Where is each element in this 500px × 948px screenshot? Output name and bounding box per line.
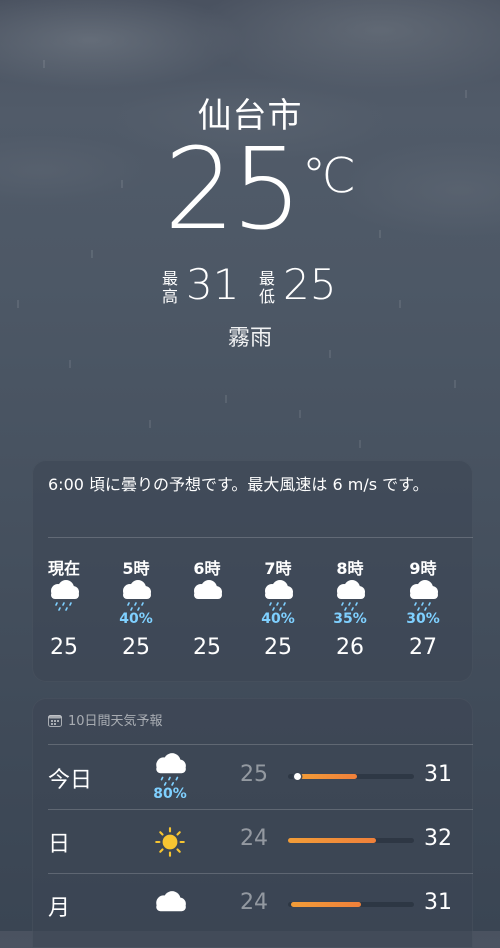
- rain-cloud-icon: [46, 577, 82, 611]
- hour-item: 8時 35% 26: [320, 555, 380, 665]
- hour-label: 6時: [193, 559, 221, 578]
- day-name: 月: [48, 896, 71, 921]
- day-name: 今日: [48, 768, 93, 793]
- temp-unit: ℃: [302, 148, 356, 204]
- hour-temp: 25: [50, 635, 78, 660]
- temp-range-bar: [288, 902, 414, 907]
- low-temp: 24: [240, 890, 268, 915]
- precip-chance: 35%: [333, 611, 367, 627]
- low-label: 最低: [258, 270, 276, 306]
- temp-range-fill: [290, 902, 362, 907]
- calendar-icon: [48, 714, 62, 731]
- low-temp: 25: [240, 762, 268, 787]
- hour-label: 5時: [122, 559, 150, 578]
- temp-range-fill: [288, 838, 377, 843]
- high-value: 31: [186, 260, 240, 309]
- hour-label: 8時: [336, 559, 364, 578]
- precip-chance: 40%: [119, 611, 153, 627]
- low-value: 25: [283, 260, 337, 309]
- day-row[interactable]: 月 24 31: [32, 874, 473, 938]
- divider: [48, 744, 473, 745]
- hour-temp: 25: [122, 635, 150, 660]
- high-label-text: 最高: [161, 269, 178, 306]
- hour-label: 7時: [264, 559, 292, 578]
- temp-range-fill: [298, 774, 358, 779]
- hour-item: 5時 40% 25: [106, 555, 166, 665]
- low-temp: 24: [240, 826, 268, 851]
- hour-label: 現在: [47, 559, 80, 578]
- ten-day-header-label: 10日間天気予報: [68, 714, 163, 729]
- high-low: 最高 31 最低 25: [0, 260, 500, 316]
- hourly-forecast-card[interactable]: 6:00 頃に曇りの予想です。最大風速は 6 m/s です。 現在 25 5時 40%…: [32, 460, 473, 682]
- rain-cloud-icon: [332, 577, 368, 611]
- hour-item: 7時 40% 25: [248, 555, 308, 665]
- cloud-icon: [189, 577, 225, 611]
- current-temperature: 25 ℃: [0, 134, 500, 255]
- precip-chance: 80%: [153, 786, 187, 802]
- hour-temp: 25: [264, 635, 292, 660]
- hour-label: 9時: [409, 559, 437, 578]
- cloud-icon: [150, 888, 190, 924]
- hour-item: 6時 25: [177, 555, 237, 665]
- temp-range-bar: [288, 838, 414, 843]
- high-temp: 32: [424, 826, 452, 851]
- sun-icon: [150, 824, 190, 860]
- current-temp-value: 25: [164, 125, 303, 255]
- day-row[interactable]: 日 24 32: [32, 810, 473, 874]
- rain-cloud-icon: [150, 750, 190, 786]
- temp-range-bar: [288, 773, 414, 780]
- rain-cloud-icon: [405, 577, 441, 611]
- low-label-text: 最低: [258, 269, 275, 306]
- hour-temp: 26: [336, 635, 364, 660]
- ten-day-forecast-card[interactable]: 10日間天気予報 今日 80% 25 31 日 24 32 月 24 31: [32, 698, 473, 948]
- day-row[interactable]: 今日 80% 25 31: [32, 746, 473, 810]
- hour-temp: 25: [193, 635, 221, 660]
- divider: [48, 537, 473, 538]
- current-temp-dot: [293, 773, 301, 780]
- high-temp: 31: [424, 890, 452, 915]
- day-name: 日: [48, 832, 71, 857]
- precip-chance: 30%: [406, 611, 440, 627]
- hourly-summary: 6:00 頃に曇りの予想です。最大風速は 6 m/s です。: [48, 475, 429, 494]
- weather-condition: 霧雨: [227, 326, 272, 351]
- ten-day-header: 10日間天気予報: [48, 710, 163, 731]
- precip-chance: 40%: [261, 611, 295, 627]
- high-temp: 31: [424, 762, 452, 787]
- hour-item: 現在 25: [34, 555, 94, 665]
- rain-cloud-icon: [118, 577, 154, 611]
- hour-item: 9時 30% 27: [393, 555, 453, 665]
- high-label: 最高: [161, 270, 179, 306]
- rain-cloud-icon: [260, 577, 296, 611]
- hour-temp: 27: [409, 635, 437, 660]
